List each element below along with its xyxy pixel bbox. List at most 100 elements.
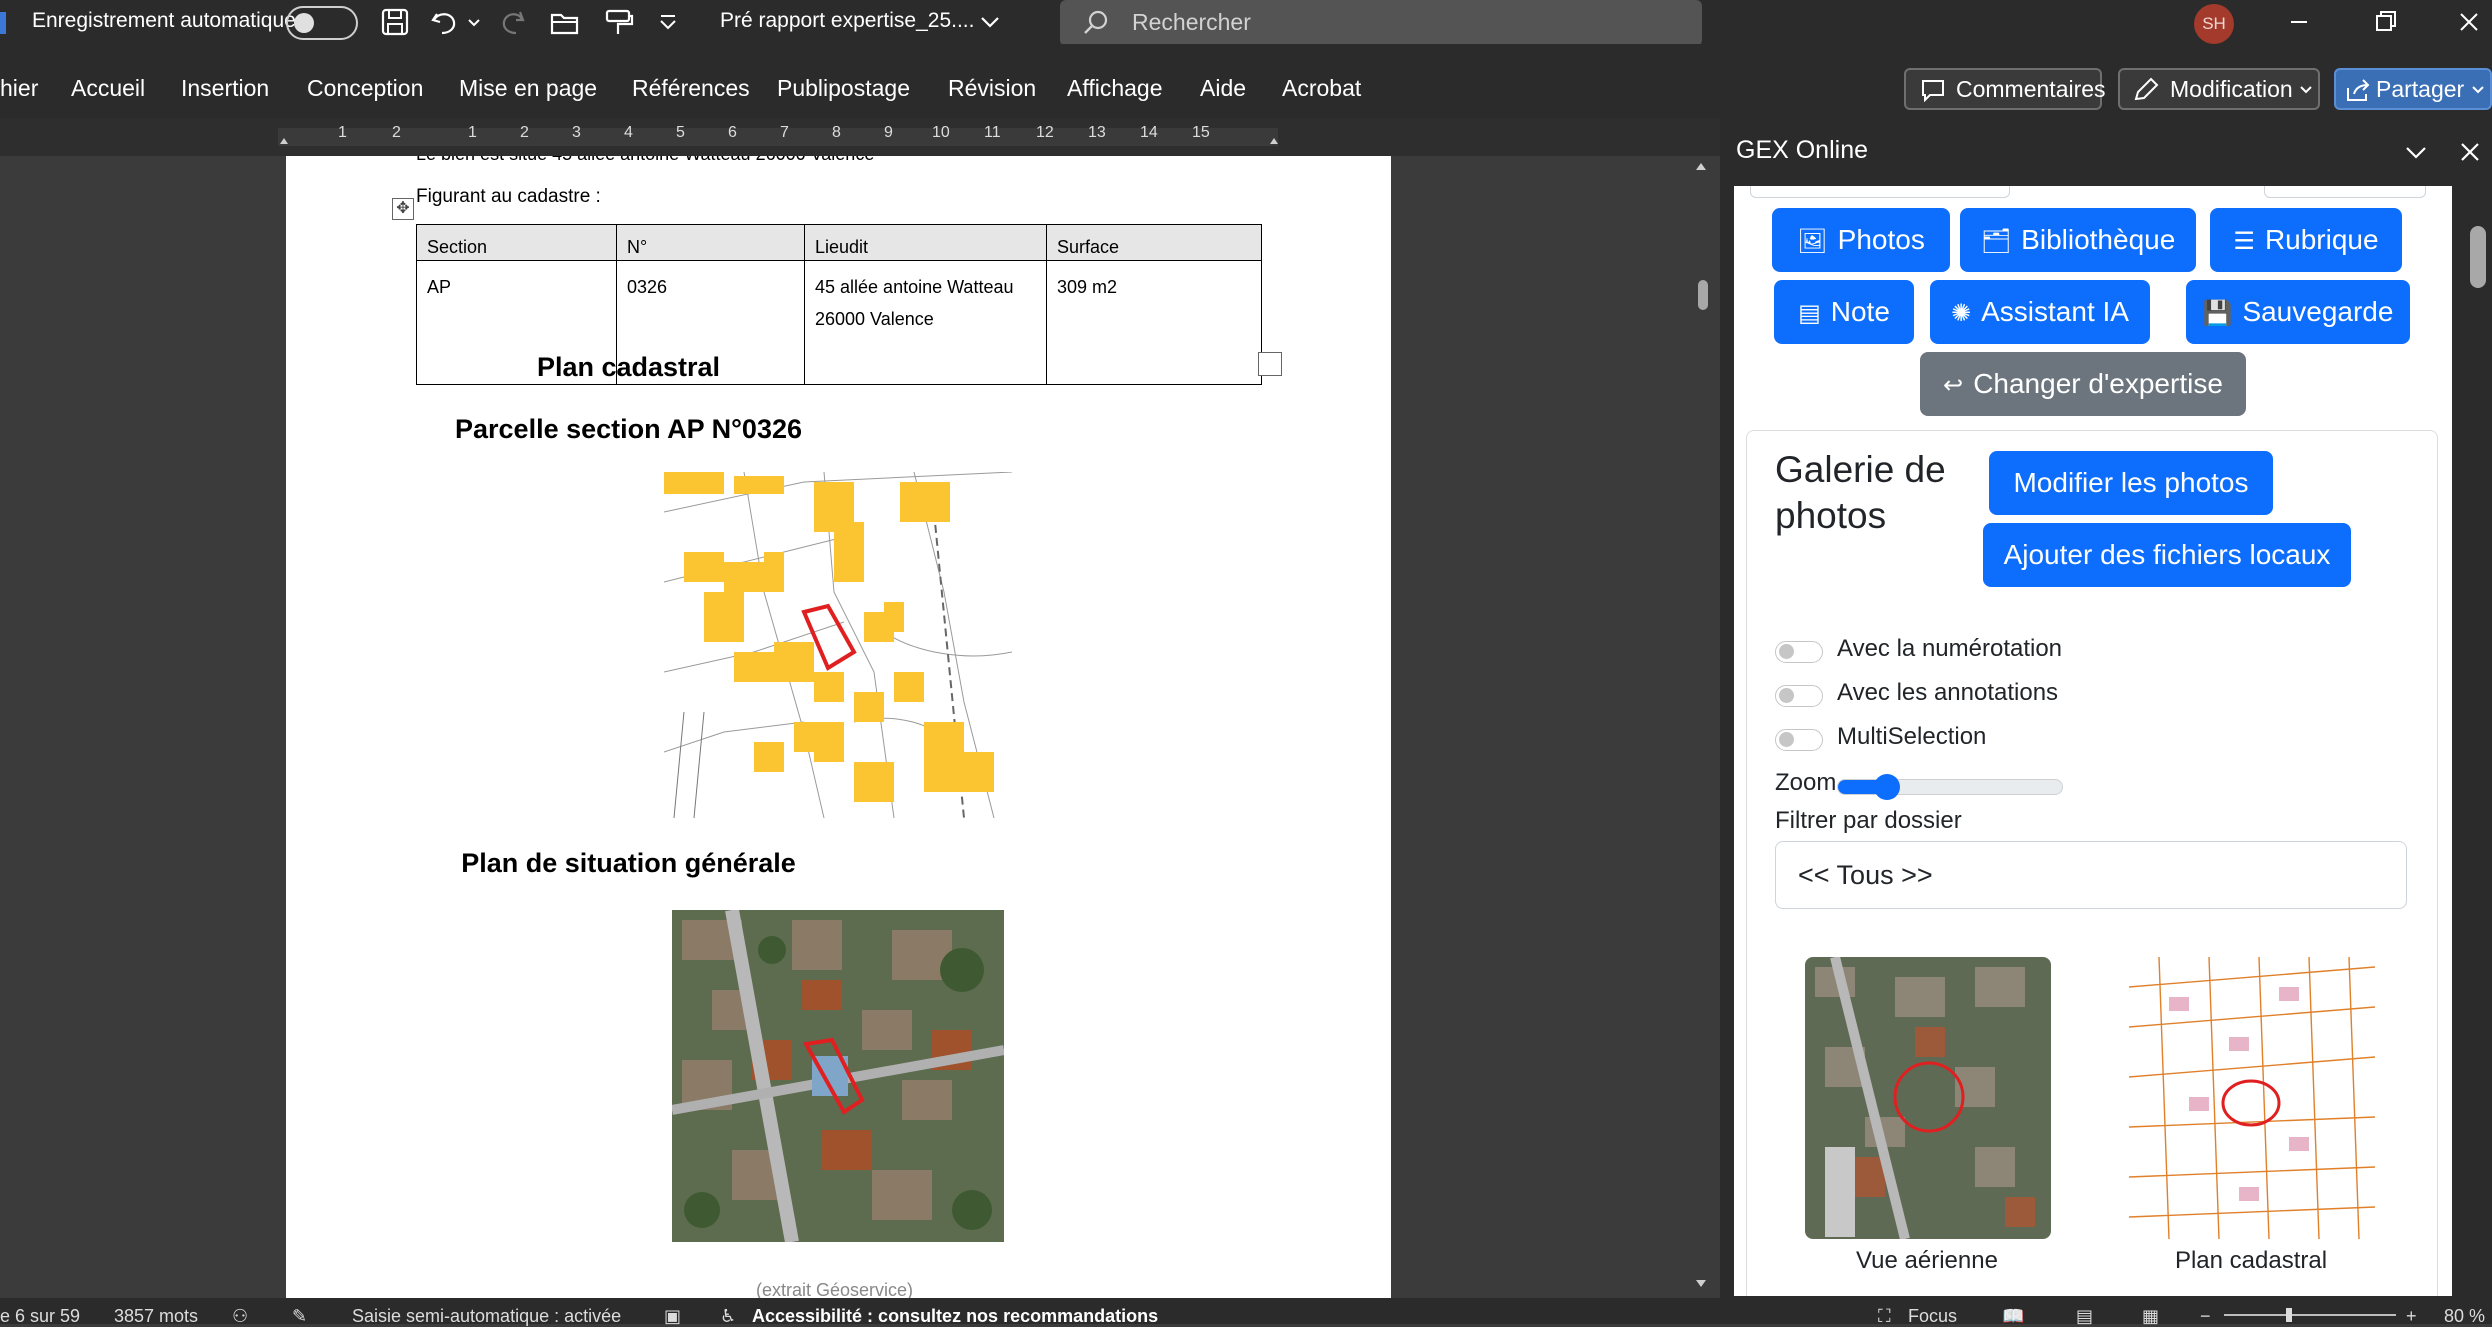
table-move-handle-icon[interactable]: ✥ xyxy=(392,198,414,220)
images-icon: 🗂 xyxy=(1980,228,2012,255)
panel-close-icon[interactable] xyxy=(2456,138,2484,166)
tab-mailings[interactable]: Publipostage xyxy=(777,75,910,102)
thumbnail-cadastral-image[interactable] xyxy=(2129,957,2375,1239)
table-header-row: Section N° Lieudit Surface xyxy=(416,224,1262,261)
panel-scroll-thumb[interactable] xyxy=(2470,226,2486,288)
zoom-slider-track[interactable] xyxy=(2224,1314,2396,1316)
floppy-icon: 💾 xyxy=(2202,300,2233,327)
ruler-number: 7 xyxy=(780,124,789,141)
minimize-icon[interactable] xyxy=(2282,6,2316,38)
library-button[interactable]: 🗂 Bibliothèque xyxy=(1960,208,2196,272)
comment-icon xyxy=(1922,80,1944,102)
cadastral-map-image[interactable] xyxy=(664,472,1012,818)
panel-scrollbar[interactable] xyxy=(2466,186,2492,1276)
restore-icon[interactable] xyxy=(2368,6,2402,38)
document-scroll-thumb[interactable] xyxy=(1698,280,1708,310)
autosave-toggle[interactable] xyxy=(286,6,358,40)
zoom-slider-knob[interactable] xyxy=(1874,774,1900,800)
filter-label: Filtrer par dossier xyxy=(1775,807,1962,834)
cut-address-line: Le bien est situé 45 allée antoine Watte… xyxy=(416,156,874,165)
search-icon xyxy=(1084,10,1108,34)
ai-assistant-button[interactable]: ✺ Assistant IA xyxy=(1930,280,2150,344)
document-area[interactable]: Le bien est situé 45 allée antoine Watte… xyxy=(0,156,1720,1298)
annotations-toggle[interactable] xyxy=(1775,685,1823,707)
status-bar: e 6 sur 59 3857 mots ⚇ ✎ Saisie semi-aut… xyxy=(0,1298,2492,1326)
panel-title: GEX Online xyxy=(1736,136,1869,164)
scroll-down-icon[interactable] xyxy=(1694,1276,1708,1290)
add-local-files-button[interactable]: Ajouter des fichiers locaux xyxy=(1983,523,2351,587)
ruler-number: 5 xyxy=(676,124,685,141)
document-page[interactable]: Le bien est situé 45 allée antoine Watte… xyxy=(286,156,1391,1298)
aerial-view-image[interactable] xyxy=(672,910,1004,1242)
document-title[interactable]: Pré rapport expertise_25.... xyxy=(720,9,974,33)
share-label: Partager xyxy=(2376,76,2465,102)
cadastre-intro: Figurant au cadastre : xyxy=(416,186,601,207)
change-expertise-label: Changer d'expertise xyxy=(1973,368,2223,399)
document-scrollbar[interactable] xyxy=(1690,156,1712,1298)
numbering-toggle[interactable] xyxy=(1775,641,1823,663)
search-box[interactable]: Rechercher xyxy=(1060,0,1702,46)
multiselection-toggle[interactable] xyxy=(1775,729,1823,751)
save-backup-label: Sauvegarde xyxy=(2242,296,2394,327)
annotations-label: Avec les annotations xyxy=(1837,679,2059,706)
ruler-number: 8 xyxy=(832,124,841,141)
gallery-title-line-2: photos xyxy=(1775,495,1887,536)
edit-photos-button[interactable]: Modifier les photos xyxy=(1989,451,2273,515)
redo-icon[interactable] xyxy=(496,6,530,38)
tab-review[interactable]: Révision xyxy=(948,75,1036,102)
undo-icon[interactable] xyxy=(428,6,462,38)
library-label: Bibliothèque xyxy=(2021,224,2176,255)
tab-view[interactable]: Affichage xyxy=(1067,75,1162,102)
zoom-slider[interactable] xyxy=(1837,774,2063,800)
gallery-card: Galerie de photos Modifier les photos Aj… xyxy=(1746,430,2438,1296)
image-icon: 🖼 xyxy=(1797,228,1828,255)
table-header-surface: Surface xyxy=(1046,224,1262,261)
photos-button[interactable]: 🖼 Photos xyxy=(1772,208,1950,272)
editing-mode-label: Modification xyxy=(2170,76,2293,102)
word-app-icon xyxy=(0,12,6,34)
photos-label: Photos xyxy=(1837,224,1925,255)
avatar[interactable]: SH xyxy=(2194,4,2234,44)
panel-content[interactable]: 🖼 Photos 🗂 Bibliothèque ☰ Rubrique ▤ Note ✺ A… xyxy=(1734,186,2452,1296)
list-icon: ☰ xyxy=(2233,228,2255,255)
tab-home[interactable]: Accueil xyxy=(71,75,145,102)
comments-button[interactable]: Commentaires xyxy=(1904,68,2106,110)
tab-help[interactable]: Aide xyxy=(1200,75,1246,102)
note-button[interactable]: ▤ Note xyxy=(1774,280,1914,344)
panel-collapse-icon[interactable] xyxy=(2402,138,2430,166)
thumbnail-aerial-image[interactable] xyxy=(1805,957,2051,1239)
tab-file[interactable]: hier xyxy=(0,75,38,102)
format-painter-icon[interactable] xyxy=(602,6,636,38)
save-backup-button[interactable]: 💾 Sauvegarde xyxy=(2186,280,2410,344)
ai-assistant-label: Assistant IA xyxy=(1981,296,2129,327)
numbering-label: Avec la numérotation xyxy=(1837,635,2063,662)
save-icon[interactable] xyxy=(378,6,412,38)
undo-dropdown-icon[interactable] xyxy=(466,6,482,38)
zoom-slider-handle[interactable] xyxy=(2286,1308,2292,1322)
close-window-icon[interactable] xyxy=(2452,6,2486,38)
ruler-number: 15 xyxy=(1192,124,1210,141)
share-icon xyxy=(2347,79,2370,101)
title-chevron-down-icon[interactable] xyxy=(976,6,1004,38)
scroll-up-icon[interactable] xyxy=(1694,160,1708,174)
autosave-label: Enregistrement automatique xyxy=(32,9,296,32)
open-folder-icon[interactable] xyxy=(548,6,582,38)
tab-design[interactable]: Conception xyxy=(307,75,423,102)
ruler-number: 4 xyxy=(624,124,633,141)
editing-mode-button[interactable]: Modification xyxy=(2118,68,2320,110)
horizontal-ruler[interactable] xyxy=(0,118,1720,156)
tab-acrobat[interactable]: Acrobat xyxy=(1282,75,1361,102)
thumbnail-aerial-label: Vue aérienne xyxy=(1856,1247,1998,1274)
tab-insert[interactable]: Insertion xyxy=(181,75,269,102)
ruler-number: 14 xyxy=(1140,124,1158,141)
table-resize-handle[interactable] xyxy=(1258,352,1282,376)
share-button[interactable]: Partager xyxy=(2334,68,2492,110)
customize-toolbar-icon[interactable] xyxy=(656,6,680,38)
ruler-number: 11 xyxy=(984,124,1001,141)
tab-references[interactable]: Références xyxy=(632,75,750,102)
change-expertise-button[interactable]: ↩ Changer d'expertise xyxy=(1920,352,2246,416)
tab-layout[interactable]: Mise en page xyxy=(459,75,597,102)
folder-filter-select[interactable]: << Tous >> xyxy=(1775,841,2407,909)
rubric-button[interactable]: ☰ Rubrique xyxy=(2210,208,2402,272)
pencil-icon xyxy=(2134,77,2159,101)
